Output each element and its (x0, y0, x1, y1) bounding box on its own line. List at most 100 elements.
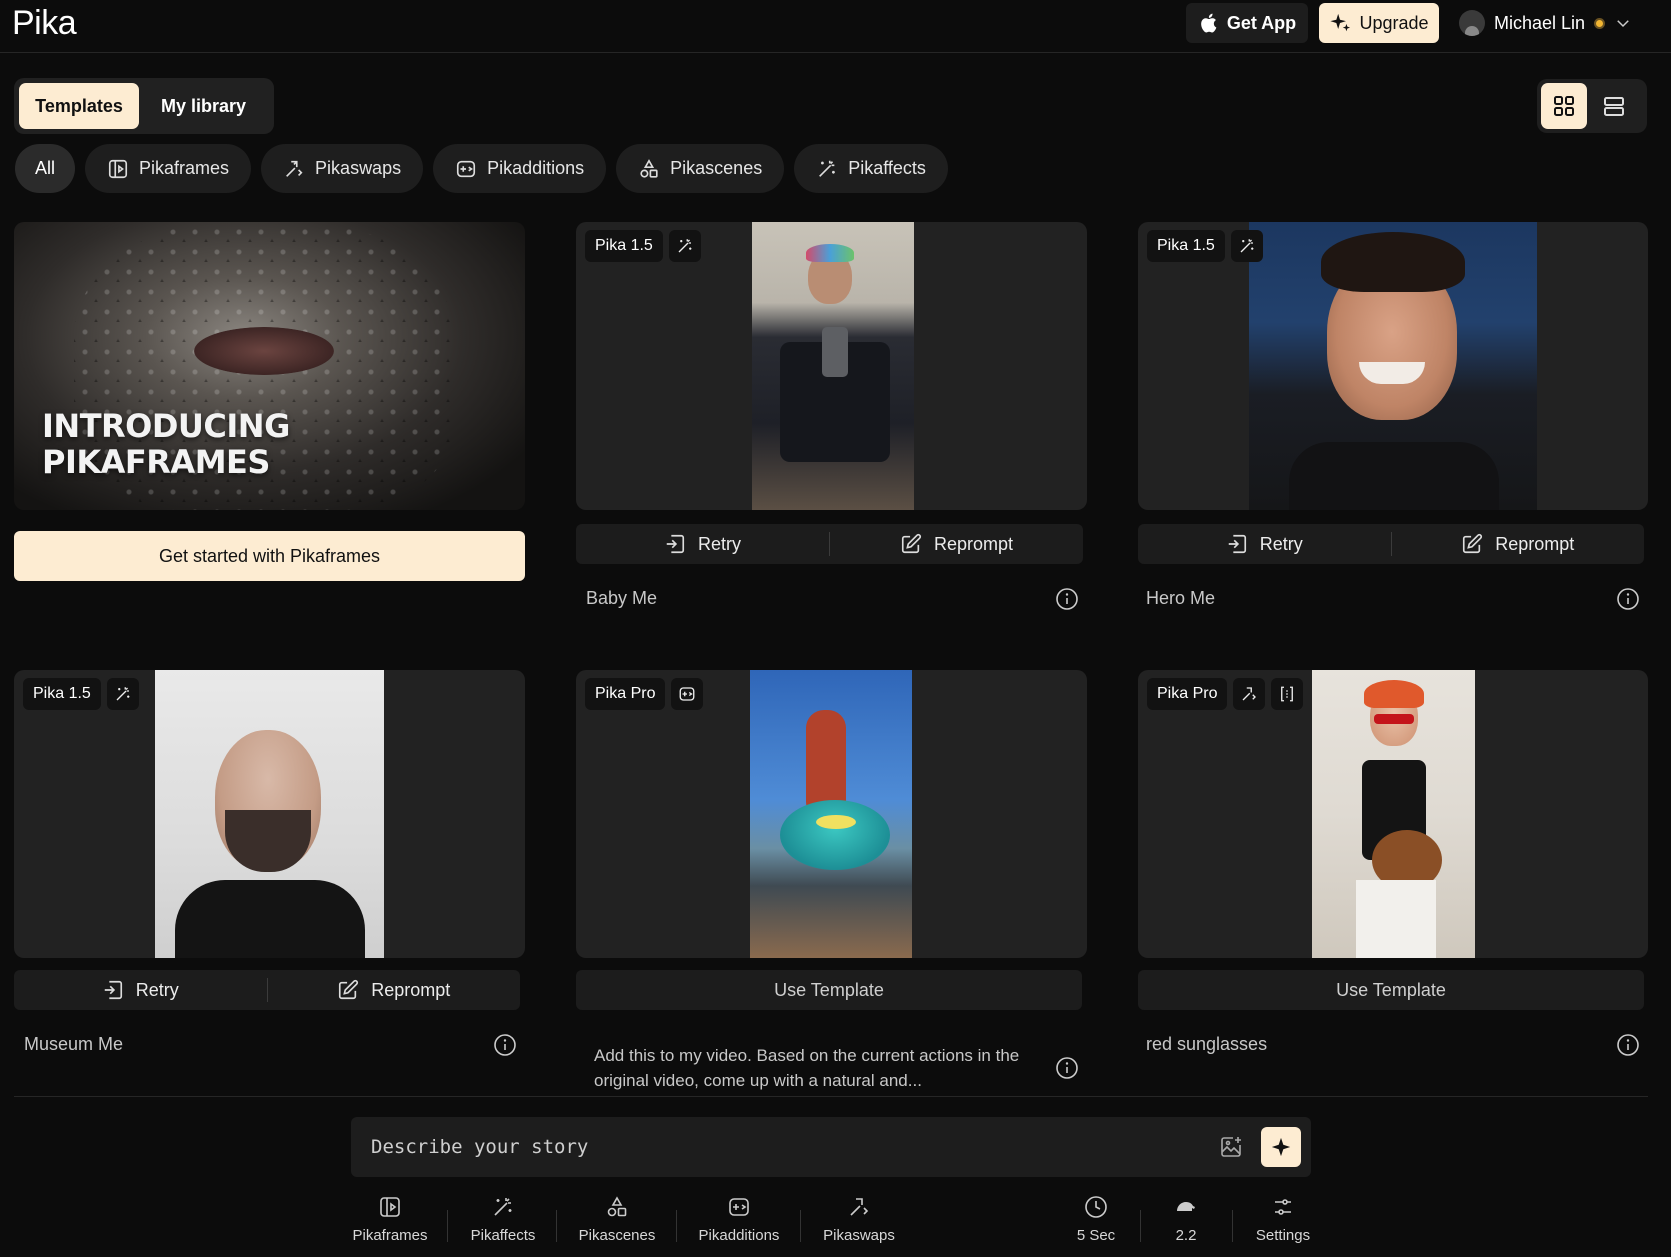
get-app-label: Get App (1226, 12, 1297, 33)
edit-icon (1463, 533, 1483, 554)
card-badges: Pika 1.5 (23, 678, 139, 710)
model-icon (1177, 1202, 1195, 1211)
info-icon[interactable] (1616, 1033, 1640, 1057)
toolbar-pikadditions-label: Pikadditions (698, 1227, 780, 1244)
model-badge: Pika Pro (1147, 678, 1228, 710)
toolbar-divider (556, 1210, 557, 1242)
card-thumbnail (155, 670, 384, 958)
model-badge: Pika 1.5 (585, 230, 663, 262)
filter-pikaswaps-label: Pikaswaps (315, 158, 402, 178)
filter-pikadditions-label: Pikadditions (487, 158, 585, 178)
chevron-down-icon (1617, 20, 1629, 28)
retry-button[interactable]: Retry (14, 970, 267, 1010)
template-card-media[interactable]: Pika Pro (1138, 670, 1648, 958)
toolbar-pikaswaps[interactable]: Pikaswaps (818, 1195, 900, 1244)
pika-logo[interactable]: Pika (12, 4, 77, 43)
reprompt-button[interactable]: Reprompt (830, 524, 1083, 564)
reprompt-button[interactable]: Reprompt (1392, 524, 1645, 564)
filter-pikadditions[interactable]: Pikadditions (433, 144, 607, 193)
tab-my-library[interactable]: My library (143, 83, 264, 129)
magic-wand-icon (668, 230, 701, 262)
toolbar-pikascenes[interactable]: Pikascenes (576, 1195, 658, 1244)
sparkle-icon (1271, 1137, 1291, 1157)
generate-button[interactable] (1261, 1127, 1301, 1167)
grid-view-button[interactable] (1541, 83, 1587, 129)
sparkle-icon (1330, 13, 1351, 32)
sliders-icon (1275, 1199, 1291, 1215)
template-card-media[interactable]: Pika 1.5 (14, 670, 525, 958)
filter-pikaffects-label: Pikaffects (848, 158, 926, 178)
grid-icon (1554, 96, 1574, 116)
filter-pikaswaps[interactable]: Pikaswaps (261, 144, 424, 193)
clock-icon (1085, 1196, 1107, 1218)
frames-icon (108, 159, 128, 178)
view-toggle (1537, 79, 1647, 133)
add-video-icon (671, 678, 704, 710)
filter-all[interactable]: All (15, 144, 76, 193)
filter-pikaframes[interactable]: Pikaframes (85, 144, 252, 193)
info-icon[interactable] (1055, 587, 1079, 611)
settings-label: Settings (1255, 1227, 1311, 1244)
filter-pikaffects[interactable]: Pikaffects (794, 144, 948, 193)
filter-chips: All Pikaframes Pikaswaps Pikadditions Pi… (15, 144, 948, 193)
upgrade-label: Upgrade (1359, 12, 1429, 33)
add-image-button[interactable] (1217, 1133, 1245, 1161)
toolbar-pikaframes-label: Pikaframes (352, 1227, 428, 1244)
retry-button[interactable]: Retry (576, 524, 829, 564)
template-card-media[interactable]: Pika Pro (576, 670, 1087, 958)
upgrade-button[interactable]: Upgrade (1319, 3, 1439, 43)
template-card-media[interactable]: Pika 1.5 (1138, 222, 1648, 510)
apple-icon (1200, 13, 1217, 33)
info-icon[interactable] (1616, 587, 1640, 611)
top-bar: Pika Get App Upgrade Michael Lin (0, 0, 1671, 53)
get-app-button[interactable]: Get App (1186, 3, 1308, 43)
library-tabs: Templates My library (14, 78, 274, 134)
list-view-button[interactable] (1591, 83, 1637, 129)
card-thumbnail (750, 670, 912, 958)
toolbar-pikadditions[interactable]: Pikadditions (696, 1195, 782, 1244)
user-name: Michael Lin (1494, 12, 1586, 33)
filter-pikascenes[interactable]: Pikascenes (616, 144, 785, 193)
magic-wand-icon (1230, 230, 1263, 262)
card-actions: Retry Reprompt (576, 524, 1083, 564)
settings-button[interactable]: Settings (1252, 1195, 1314, 1244)
duration-label: 5 Sec (1076, 1227, 1116, 1244)
user-menu[interactable]: Michael Lin (1459, 8, 1632, 38)
reprompt-label: Reprompt (1495, 533, 1575, 554)
section-divider (14, 1096, 1648, 1097)
toolbar-pikaframes[interactable]: Pikaframes (350, 1195, 430, 1244)
tab-templates[interactable]: Templates (19, 83, 139, 129)
story-prompt-input[interactable] (371, 1133, 1191, 1161)
prompt-bar (351, 1117, 1311, 1177)
card-badges: Pika 1.5 (585, 230, 701, 262)
card-badges: Pika Pro (585, 678, 704, 710)
template-card-media[interactable]: Pika 1.5 (576, 222, 1087, 510)
reprompt-button[interactable]: Reprompt (268, 970, 521, 1010)
status-dot (1594, 17, 1606, 29)
toolbar-pikascenes-label: Pikascenes (578, 1227, 656, 1244)
use-template-button[interactable]: Use Template (576, 970, 1082, 1010)
promo-banner[interactable]: INTRODUCING PIKAFRAMES (14, 222, 525, 510)
retry-icon (666, 534, 685, 554)
duration-button[interactable]: 5 Sec (1070, 1195, 1122, 1244)
frame-select-icon (1271, 678, 1304, 710)
shapes-icon (640, 158, 658, 178)
avatar (1459, 10, 1485, 36)
card-actions: Retry Reprompt (14, 970, 520, 1010)
info-icon[interactable] (493, 1033, 517, 1057)
toolbar-divider (447, 1210, 448, 1242)
toolbar-pikaffects[interactable]: Pikaffects (466, 1195, 540, 1244)
info-icon[interactable] (1055, 1056, 1079, 1080)
model-version-button[interactable]: 2.2 (1168, 1195, 1204, 1244)
retry-label: Retry (697, 533, 741, 554)
magic-wand-icon (819, 160, 836, 177)
card-thumbnail (752, 222, 914, 510)
card-badges: Pika 1.5 (1147, 230, 1263, 262)
card-actions: Retry Reprompt (1138, 524, 1644, 564)
use-template-button[interactable]: Use Template (1138, 970, 1644, 1010)
retry-button[interactable]: Retry (1138, 524, 1391, 564)
model-version-label: 2.2 (1175, 1227, 1197, 1244)
promo-headline-line1: INTRODUCING (42, 407, 290, 445)
get-started-button[interactable]: Get started with Pikaframes (14, 531, 525, 581)
card-title: Baby Me (586, 588, 658, 608)
